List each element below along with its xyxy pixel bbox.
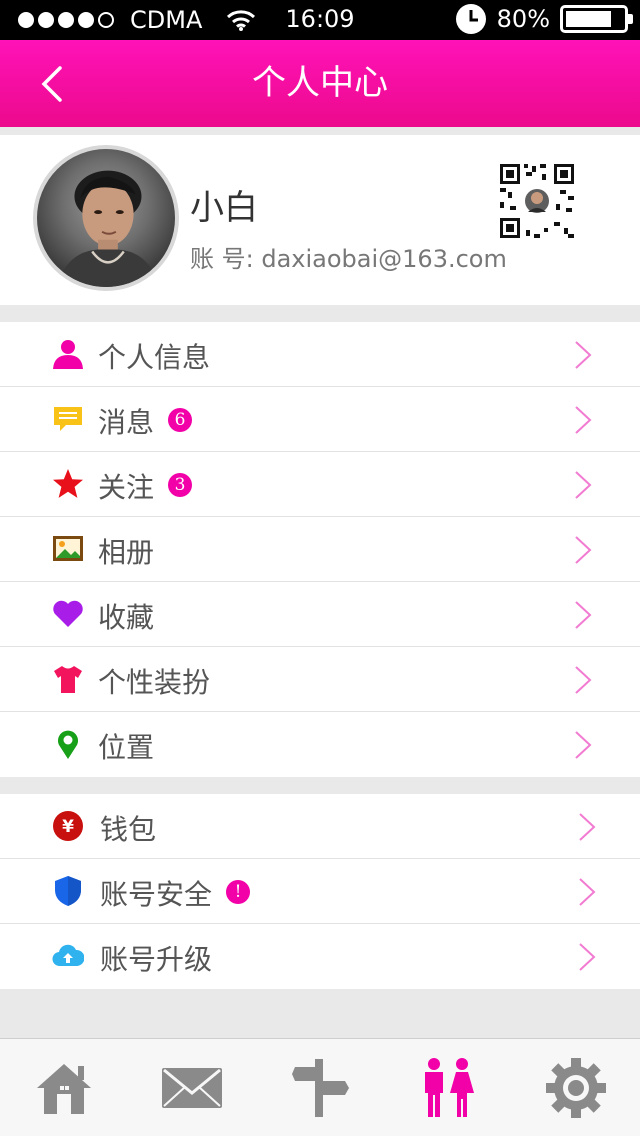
battery-icon — [560, 5, 633, 33]
chevron-right-icon — [574, 535, 592, 565]
menu-label: 位置 — [98, 731, 155, 764]
menu-row-main-3[interactable]: 相册 — [0, 517, 640, 582]
bottom-tab-bar — [0, 1038, 640, 1136]
profile-card[interactable]: 小白 账 号: daxiaobai@163.com — [0, 135, 640, 305]
chevron-right-icon — [574, 600, 592, 630]
menu-row-main-4[interactable]: 收藏 — [0, 582, 640, 647]
avatar-portrait — [56, 170, 160, 287]
menu-row-main-0[interactable]: 个人信息 — [0, 322, 640, 387]
chevron-right-icon — [578, 812, 596, 842]
chevron-right-icon — [578, 877, 596, 907]
notification-badge: ! — [226, 880, 250, 904]
user-name: 小白 — [190, 188, 258, 228]
tab-mail[interactable] — [128, 1039, 256, 1136]
shield-icon — [52, 875, 84, 907]
svg-text:¥: ¥ — [62, 817, 74, 837]
tshirt-icon — [52, 663, 84, 695]
menu-row-main-6[interactable]: 位置 — [0, 712, 640, 777]
cloud-upload-icon — [52, 940, 85, 972]
tab-couple[interactable] — [384, 1039, 512, 1136]
menu-label: 收藏 — [98, 601, 155, 634]
chevron-right-icon — [574, 405, 592, 435]
menu-row-account-1[interactable]: 账号安全! — [0, 859, 640, 924]
menu-group-main: 个人信息消息 6 关注 3 相册收藏个性装扮位置 — [0, 322, 640, 777]
battery-percent: 80% — [496, 5, 550, 33]
menu-row-main-1[interactable]: 消息 6 — [0, 387, 640, 452]
status-bar: CDMA 16:09 80% — [0, 0, 640, 40]
menu-label: 个性装扮 — [98, 666, 211, 699]
nav-header: 个人中心 — [0, 40, 640, 127]
notification-badge: 6 — [168, 408, 192, 432]
tab-settings-gear[interactable] — [512, 1039, 640, 1136]
battery-level-fill — [566, 11, 611, 27]
menu-label: 账号升级 — [100, 943, 213, 976]
photo-album-icon — [52, 533, 84, 565]
chevron-right-icon — [574, 730, 592, 760]
menu-row-main-5[interactable]: 个性装扮 — [0, 647, 640, 712]
signal-strength-icon — [18, 12, 114, 28]
user-account: 账 号: daxiaobai@163.com — [190, 245, 507, 273]
wallet-yen-icon: ¥ — [52, 810, 84, 842]
qr-code-icon[interactable] — [498, 162, 576, 240]
chevron-right-icon — [574, 470, 592, 500]
menu-label: 关注 — [98, 471, 155, 504]
person-icon — [52, 338, 84, 370]
menu-label: 个人信息 — [98, 341, 211, 374]
chevron-right-icon — [578, 942, 596, 972]
menu-row-account-0[interactable]: ¥ 钱包 — [0, 794, 640, 859]
tab-home[interactable] — [0, 1039, 128, 1136]
notification-badge: 3 — [168, 473, 192, 497]
back-button[interactable] — [30, 60, 76, 108]
star-icon — [52, 468, 84, 500]
menu-row-main-2[interactable]: 关注 3 — [0, 452, 640, 517]
message-icon — [52, 403, 84, 435]
tab-signpost[interactable] — [256, 1039, 384, 1136]
menu-row-account-2[interactable]: 账号升级 — [0, 924, 640, 989]
profile-center-screen: CDMA 16:09 80% 个人中心 小白 账 号: daxiaobai@16… — [0, 0, 640, 1136]
wifi-icon — [227, 10, 256, 31]
menu-label: 相册 — [98, 536, 155, 569]
menu-label: 钱包 — [100, 813, 157, 846]
carrier-label: CDMA — [130, 6, 203, 34]
heart-icon — [52, 598, 84, 630]
menu-label: 消息 — [98, 406, 155, 439]
location-pin-icon — [52, 728, 84, 760]
menu-group-account: ¥ 钱包账号安全! 账号升级 — [0, 794, 640, 989]
alarm-clock-icon — [455, 4, 486, 34]
avatar[interactable] — [33, 145, 179, 291]
chevron-right-icon — [574, 665, 592, 695]
menu-label: 账号安全 — [100, 878, 213, 911]
chevron-right-icon — [574, 340, 592, 370]
page-title: 个人中心 — [252, 63, 388, 103]
